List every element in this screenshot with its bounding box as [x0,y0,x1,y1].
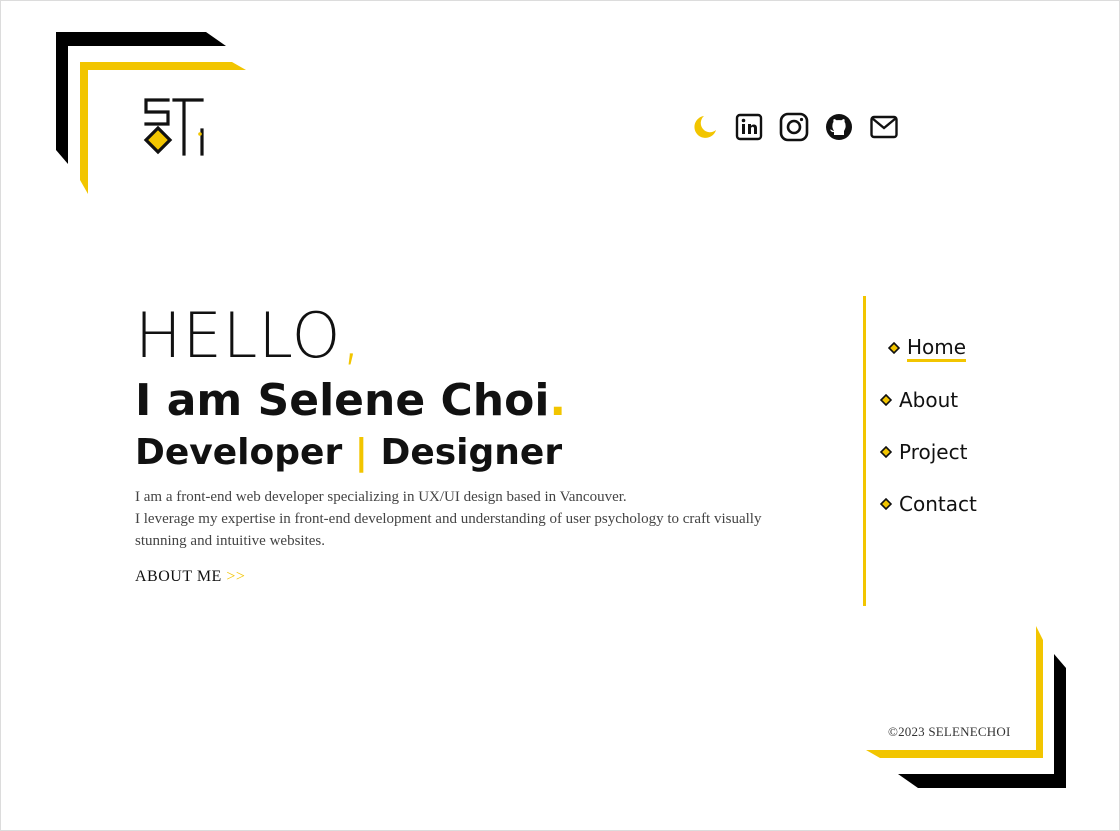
description-line-1: I am a front-end web developer specializ… [135,489,627,505]
moon-icon [694,116,716,138]
logo[interactable] [138,94,210,160]
github-icon [826,114,852,140]
copyright-text: ©2023 SELENECHOI [888,724,1011,739]
header-icon-bar [688,110,913,144]
role-developer: Developer [135,432,343,473]
diamond-icon [880,446,892,458]
linkedin-link[interactable] [733,111,765,143]
intro-description: I am a front-end web developer specializ… [135,486,795,552]
nav-item-about[interactable]: About [880,374,977,426]
hero-section: HELLO, I am Selene Choi. Developer | Des… [135,298,795,586]
mail-icon [870,115,898,139]
linkedin-icon [735,113,763,141]
diamond-icon [880,498,892,510]
hello-heading: HELLO, [135,299,363,372]
description-line-2: I leverage my expertise in front-end dev… [135,511,762,549]
instagram-link[interactable] [778,111,810,143]
role-separator: | [354,432,368,473]
instagram-icon [779,112,809,142]
github-link[interactable] [823,111,855,143]
nav-divider [863,296,866,606]
about-me-link[interactable]: ABOUT ME >> [135,568,245,586]
arrows-icon: >> [226,568,246,585]
diamond-icon [880,394,892,406]
diamond-icon [888,342,900,354]
nav-item-contact[interactable]: Contact [880,478,977,530]
email-link[interactable] [868,111,900,143]
nav-item-project[interactable]: Project [880,426,977,478]
intro-heading: I am Selene Choi. [135,375,567,426]
role-designer: Designer [380,432,563,473]
theme-toggle-button[interactable] [688,111,720,143]
nav-item-home[interactable]: Home [880,322,977,374]
main-nav: Home About Project Contact [880,322,977,530]
role-heading: Developer | Designer [135,428,795,478]
sc-monogram-logo-icon [143,98,204,156]
